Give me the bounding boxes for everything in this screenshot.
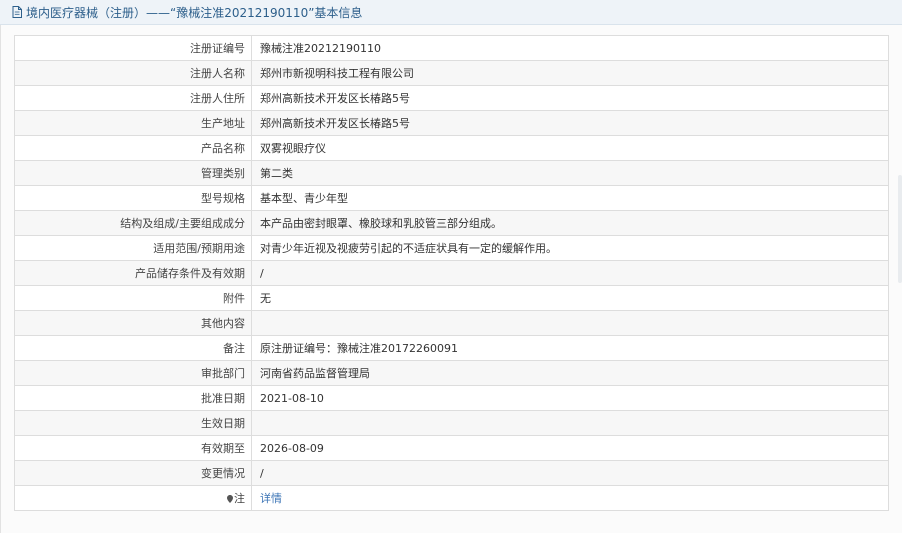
row-value-model-spec: 基本型、青少年型 — [251, 185, 889, 211]
row-value-other — [251, 310, 889, 336]
row-value-change-status: / — [251, 460, 889, 486]
row-label-management-class: 管理类别 — [14, 160, 252, 186]
table-row: 生效日期 — [14, 410, 889, 436]
row-value-remark: 原注册证编号：豫械注准20172260091 — [251, 335, 889, 361]
row-label-attachment: 附件 — [14, 285, 252, 311]
row-label-approval-date: 批准日期 — [14, 385, 252, 411]
table-row: 注册人名称 郑州市新视明科技工程有限公司 — [14, 60, 889, 86]
row-value-management-class: 第二类 — [251, 160, 889, 186]
row-value-registrant-address: 郑州高新技术开发区长椿路5号 — [251, 85, 889, 111]
table-row: 注册人住所 郑州高新技术开发区长椿路5号 — [14, 85, 889, 111]
row-label-storage: 产品储存条件及有效期 — [14, 260, 252, 286]
row-label-valid-until: 有效期至 — [14, 435, 252, 461]
row-label-effective-date: 生效日期 — [14, 410, 252, 436]
row-label-other: 其他内容 — [14, 310, 252, 336]
row-label-production-address: 生产地址 — [14, 110, 252, 136]
page-title: 境内医疗器械（注册）——“豫械注准20212190110”基本信息 — [26, 5, 363, 20]
detail-panel: 注册证编号 豫械注准20212190110 注册人名称 郑州市新视明科技工程有限… — [0, 25, 902, 533]
row-value-product-name: 双雾视眼疗仪 — [251, 135, 889, 161]
page-header: 境内医疗器械（注册）——“豫械注准20212190110”基本信息 — [0, 0, 902, 25]
row-label-remark: 备注 — [14, 335, 252, 361]
row-value-storage: / — [251, 260, 889, 286]
table-row: 变更情况 / — [14, 460, 889, 486]
table-row: 其他内容 — [14, 310, 889, 336]
row-value-attachment: 无 — [251, 285, 889, 311]
row-value-effective-date — [251, 410, 889, 436]
row-label-registration-number: 注册证编号 — [14, 35, 252, 61]
pin-icon — [227, 493, 233, 503]
row-label-approval-dept: 审批部门 — [14, 360, 252, 386]
info-table: 注册证编号 豫械注准20212190110 注册人名称 郑州市新视明科技工程有限… — [14, 35, 889, 511]
table-row: 有效期至 2026-08-09 — [14, 435, 889, 461]
row-label-registrant-address: 注册人住所 — [14, 85, 252, 111]
row-value-intended-use: 对青少年近视及视疲劳引起的不适症状具有一定的缓解作用。 — [251, 235, 889, 261]
row-value-note: 详情 — [251, 485, 889, 511]
table-row: 备注 原注册证编号：豫械注准20172260091 — [14, 335, 889, 361]
row-label-structure: 结构及组成/主要组成成分 — [14, 210, 252, 236]
table-row: 管理类别 第二类 — [14, 160, 889, 186]
table-row: 注 详情 — [14, 485, 889, 511]
row-label-registrant-name: 注册人名称 — [14, 60, 252, 86]
note-label-text: 注 — [234, 492, 245, 505]
row-label-note: 注 — [14, 485, 252, 511]
table-row: 批准日期 2021-08-10 — [14, 385, 889, 411]
details-link[interactable]: 详情 — [260, 492, 282, 505]
table-row: 产品储存条件及有效期 / — [14, 260, 889, 286]
table-row: 结构及组成/主要组成成分 本产品由密封眼罩、橡胶球和乳胶管三部分组成。 — [14, 210, 889, 236]
table-row: 产品名称 双雾视眼疗仪 — [14, 135, 889, 161]
row-value-registration-number: 豫械注准20212190110 — [251, 35, 889, 61]
row-value-approval-date: 2021-08-10 — [251, 385, 889, 411]
table-row: 型号规格 基本型、青少年型 — [14, 185, 889, 211]
row-label-intended-use: 适用范围/预期用途 — [14, 235, 252, 261]
row-value-structure: 本产品由密封眼罩、橡胶球和乳胶管三部分组成。 — [251, 210, 889, 236]
row-value-valid-until: 2026-08-09 — [251, 435, 889, 461]
document-icon — [11, 6, 23, 19]
table-row: 审批部门 河南省药品监督管理局 — [14, 360, 889, 386]
table-row: 注册证编号 豫械注准20212190110 — [14, 35, 889, 61]
table-row: 附件 无 — [14, 285, 889, 311]
row-label-product-name: 产品名称 — [14, 135, 252, 161]
row-value-approval-dept: 河南省药品监督管理局 — [251, 360, 889, 386]
table-row: 适用范围/预期用途 对青少年近视及视疲劳引起的不适症状具有一定的缓解作用。 — [14, 235, 889, 261]
row-value-production-address: 郑州高新技术开发区长椿路5号 — [251, 110, 889, 136]
scrollbar[interactable] — [898, 175, 902, 283]
row-value-registrant-name: 郑州市新视明科技工程有限公司 — [251, 60, 889, 86]
row-label-model-spec: 型号规格 — [14, 185, 252, 211]
row-label-change-status: 变更情况 — [14, 460, 252, 486]
table-row: 生产地址 郑州高新技术开发区长椿路5号 — [14, 110, 889, 136]
